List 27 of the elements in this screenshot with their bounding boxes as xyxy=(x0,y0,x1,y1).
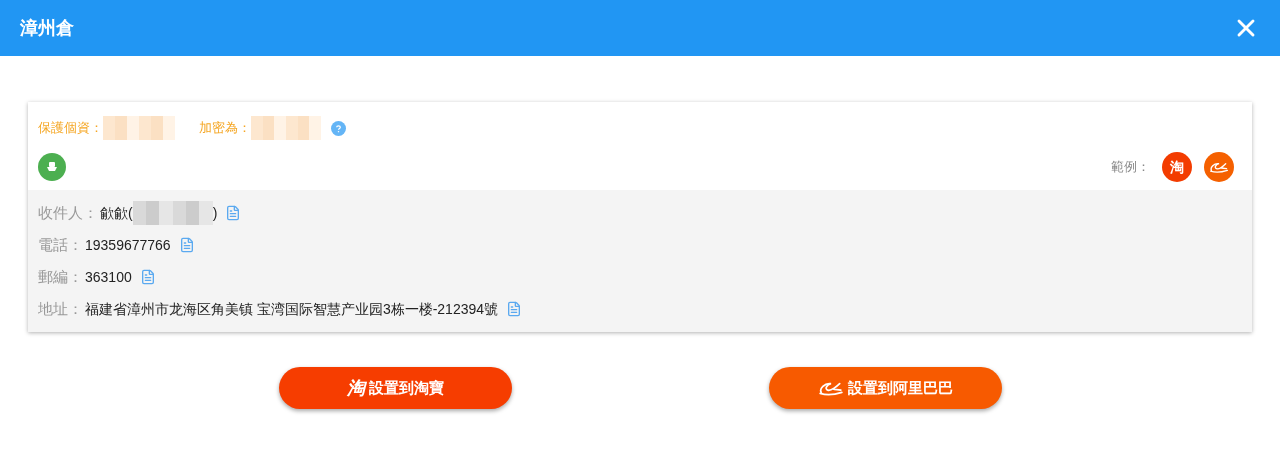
alibaba-logo-icon xyxy=(1209,161,1229,173)
field-value: 福建省漳州市龙海区角美镇 宝湾国际智慧产业园3栋一楼-212394號 xyxy=(85,299,499,319)
window-title: 漳州倉 xyxy=(20,16,74,40)
redacted-text xyxy=(251,116,321,140)
alibaba-logo-button[interactable] xyxy=(1204,152,1234,182)
field-value: 19359677766 xyxy=(85,235,171,255)
field-value: 歈歈( xyxy=(100,203,133,223)
encrypt-label: 加密為： xyxy=(199,119,251,138)
set-button[interactable]: 設置到阿里巴巴 xyxy=(768,367,1002,409)
field-label: 收件人： xyxy=(38,202,98,223)
field-value: ) xyxy=(212,203,218,223)
set-button[interactable]: 淘 設置到淘寶 xyxy=(278,367,512,409)
redacted-text xyxy=(103,116,175,140)
field-value: 363100 xyxy=(85,267,132,287)
taobao-logo-icon[interactable]: 淘 xyxy=(1162,152,1192,182)
copy-icon[interactable] xyxy=(506,301,523,317)
copy-icon[interactable] xyxy=(139,269,156,285)
alibaba-logo-icon xyxy=(817,380,844,396)
copy-icon[interactable] xyxy=(225,205,242,221)
field-label: 郵編： xyxy=(38,266,83,287)
examples-label: 範例： xyxy=(1111,158,1150,177)
taobao-glyph: 淘 xyxy=(346,376,365,400)
field-label: 地址： xyxy=(38,298,83,319)
field-label: 電話： xyxy=(38,234,83,255)
help-icon[interactable] xyxy=(331,120,346,136)
copy-icon[interactable] xyxy=(178,237,195,253)
protect-label: 保護個資： xyxy=(38,119,103,138)
